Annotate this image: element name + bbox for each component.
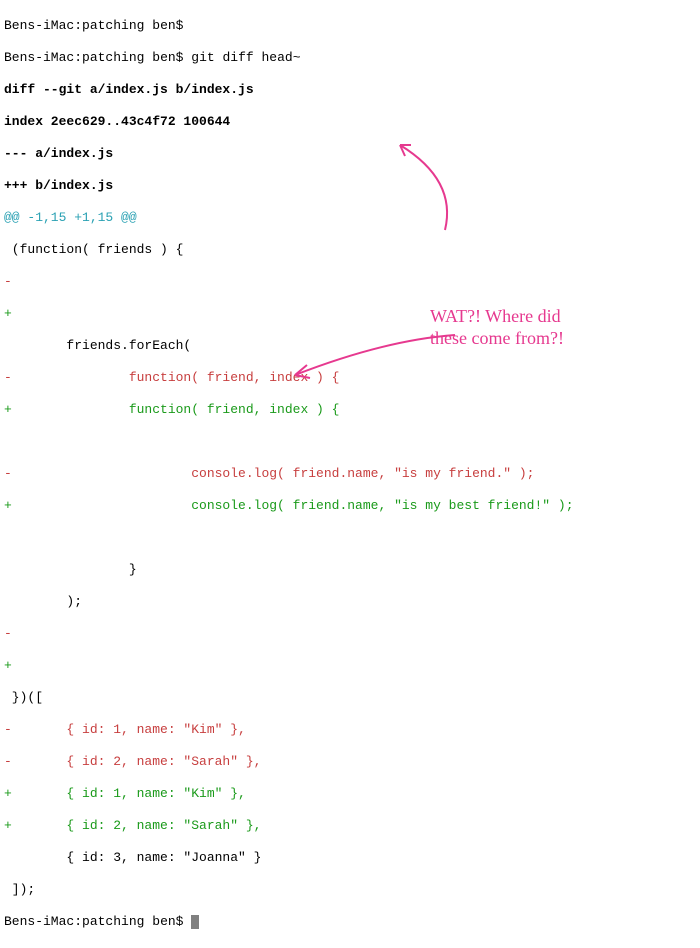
diff-line-removed: - console.log( friend.name, "is my frien… (4, 466, 696, 482)
diff-context: ); (4, 594, 696, 610)
prompt-host: Bens-iMac (4, 914, 74, 929)
prompt-user: ben (152, 18, 175, 33)
diff-line-removed: - (4, 626, 696, 642)
diff-context: friends.forEach( (4, 338, 696, 354)
prompt-line-2: Bens-iMac:patching ben$ git diff head~ (4, 50, 696, 66)
diff-line-removed: - (4, 274, 696, 290)
diff-blank (4, 434, 696, 450)
diff-line-added: + { id: 1, name: "Kim" }, (4, 786, 696, 802)
diff-line-added: + function( friend, index ) { (4, 402, 696, 418)
diff-context: { id: 3, name: "Joanna" } (4, 850, 696, 866)
diff-line-removed: - function( friend, index ) { (4, 370, 696, 386)
diff-context: ]); (4, 882, 696, 898)
diff-line-added: + { id: 2, name: "Sarah" }, (4, 818, 696, 834)
diff-context: (function( friends ) { (4, 242, 696, 258)
prompt-symbol: $ (176, 50, 184, 65)
prompt-dir: patching (82, 50, 144, 65)
diff-line-removed: - { id: 1, name: "Kim" }, (4, 722, 696, 738)
diff-file-old: --- a/index.js (4, 146, 696, 162)
prompt-dir: patching (82, 18, 144, 33)
prompt-dir: patching (82, 914, 144, 929)
diff-line-added: + console.log( friend.name, "is my best … (4, 498, 696, 514)
prompt-user: ben (152, 914, 175, 929)
diff-file-new: +++ b/index.js (4, 178, 696, 194)
diff-blank (4, 530, 696, 546)
prompt-line-1: Bens-iMac:patching ben$ (4, 18, 696, 34)
diff-index: index 2eec629..43c4f72 100644 (4, 114, 696, 130)
prompt-user: ben (152, 50, 175, 65)
prompt-host: Bens-iMac (4, 50, 74, 65)
diff-header: diff --git a/index.js b/index.js (4, 82, 696, 98)
diff-line-removed: - { id: 2, name: "Sarah" }, (4, 754, 696, 770)
diff-hunk-header: @@ -1,15 +1,15 @@ (4, 210, 696, 226)
prompt-host: Bens-iMac (4, 18, 74, 33)
diff-context: })([ (4, 690, 696, 706)
prompt-line-3: Bens-iMac:patching ben$ (4, 914, 696, 930)
diff-line-added: + (4, 306, 696, 322)
prompt-symbol: $ (176, 18, 184, 33)
diff-context: } (4, 562, 696, 578)
command-text-2: git diff head~ (191, 50, 300, 65)
diff-line-added: + (4, 658, 696, 674)
terminal-output[interactable]: Bens-iMac:patching ben$ Bens-iMac:patchi… (0, 0, 700, 948)
prompt-symbol: $ (176, 914, 184, 929)
cursor-icon (191, 915, 199, 929)
